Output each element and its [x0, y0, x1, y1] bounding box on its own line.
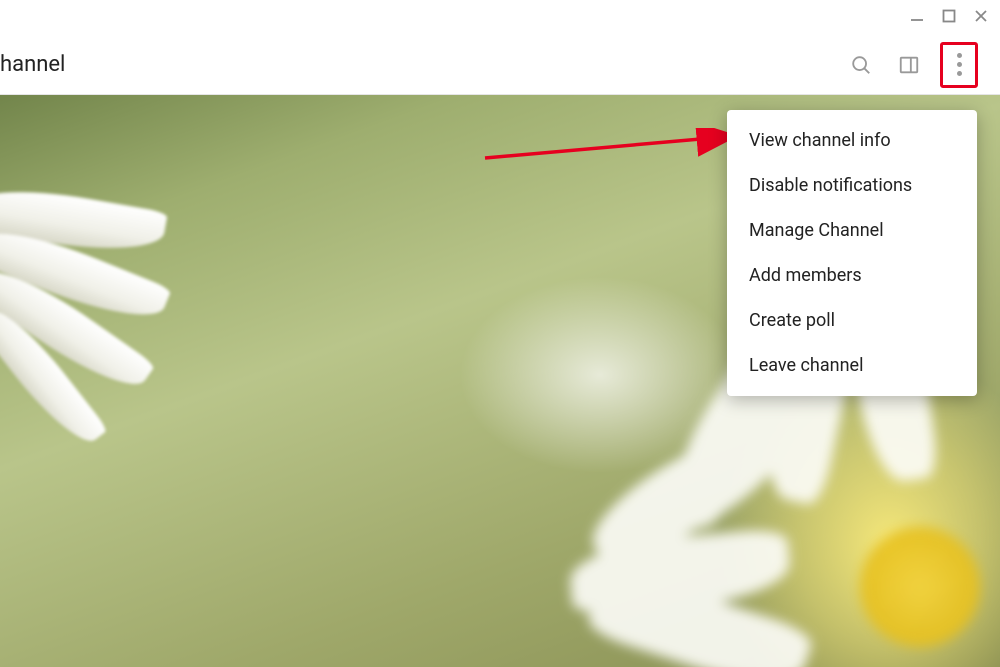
minimize-icon[interactable]	[910, 8, 924, 27]
menu-item-create-poll[interactable]: Create poll	[727, 298, 977, 343]
more-options-highlight	[940, 42, 978, 88]
header-actions	[844, 42, 978, 88]
maximize-icon[interactable]	[942, 8, 956, 27]
panel-icon	[898, 54, 920, 76]
sidebar-toggle-button[interactable]	[892, 48, 926, 82]
search-icon	[850, 54, 872, 76]
menu-item-add-members[interactable]: Add members	[727, 253, 977, 298]
channel-options-menu: View channel info Disable notifications …	[727, 110, 977, 396]
close-icon[interactable]	[974, 8, 988, 27]
menu-item-leave-channel[interactable]: Leave channel	[727, 343, 977, 388]
window-controls	[910, 8, 988, 27]
more-vertical-icon	[957, 53, 962, 58]
menu-item-disable-notifications[interactable]: Disable notifications	[727, 163, 977, 208]
search-button[interactable]	[844, 48, 878, 82]
menu-item-view-channel-info[interactable]: View channel info	[727, 118, 977, 163]
channel-title: hannel	[0, 52, 65, 77]
more-options-button[interactable]	[957, 53, 962, 76]
menu-item-manage-channel[interactable]: Manage Channel	[727, 208, 977, 253]
decorative-flower-left	[0, 165, 205, 425]
channel-header: hannel	[0, 0, 1000, 95]
